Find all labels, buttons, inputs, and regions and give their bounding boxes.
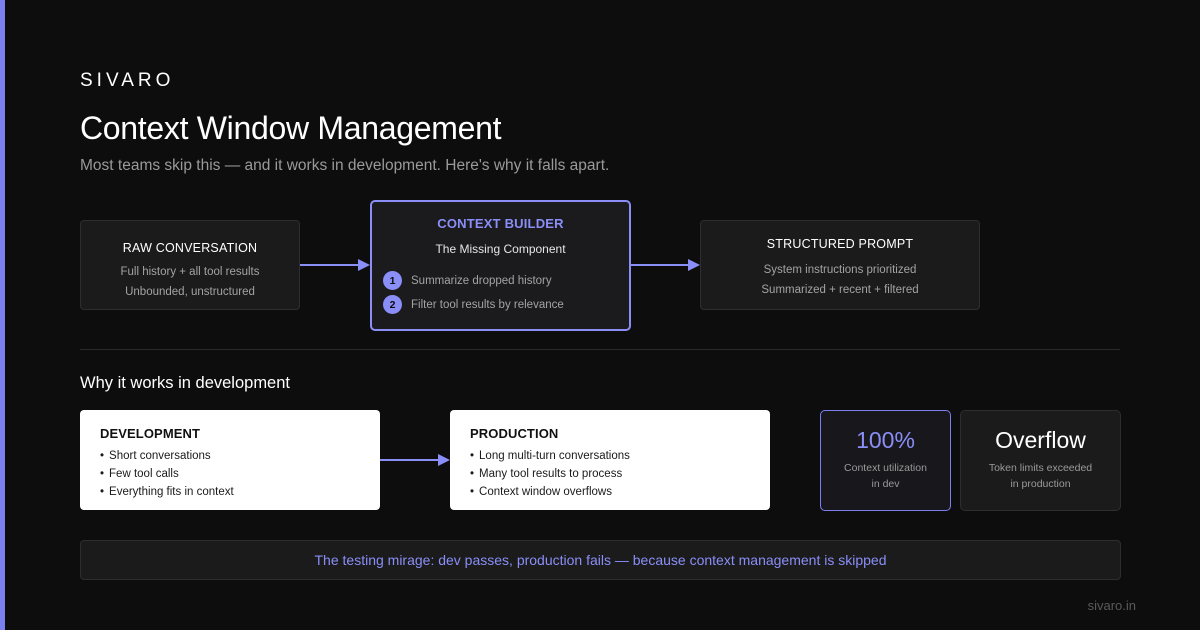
stat-label: in dev bbox=[871, 478, 900, 490]
list-item: Context window overflows bbox=[470, 483, 770, 501]
structured-prompt-line: Summarized + recent + filtered bbox=[761, 284, 919, 296]
structured-prompt-line: System instructions prioritized bbox=[763, 264, 917, 276]
stat-label: Context utilization bbox=[844, 462, 927, 474]
page-title: Context Window Management bbox=[80, 110, 502, 146]
raw-conversation-line: Unbounded, unstructured bbox=[125, 286, 255, 298]
stat-value: 100% bbox=[856, 427, 915, 453]
list-item: Many tool results to process bbox=[470, 465, 770, 483]
step-text: Summarize dropped history bbox=[411, 274, 552, 287]
arrow-raw-to-builder bbox=[300, 259, 370, 271]
section-divider bbox=[80, 349, 1120, 350]
context-builder-title: CONTEXT BUILDER bbox=[437, 216, 564, 231]
slide: SIVARO Context Window Management Most te… bbox=[0, 0, 1200, 630]
section-title: Why it works in development bbox=[80, 374, 290, 392]
page-subtitle: Most teams skip this — and it works in d… bbox=[80, 157, 610, 174]
accent-bar bbox=[0, 0, 5, 630]
development-title: DEVELOPMENT bbox=[100, 426, 201, 441]
development-card: DEVELOPMENT Short conversations Few tool… bbox=[80, 410, 380, 510]
raw-conversation-title: RAW CONVERSATION bbox=[122, 241, 258, 255]
step-number-badge: 2 bbox=[383, 295, 402, 314]
stat-label: Token limits exceeded bbox=[988, 462, 1093, 474]
stat-context-utilization: 100% Context utilization in dev bbox=[820, 410, 951, 511]
context-builder-subtitle: The Missing Component bbox=[435, 242, 566, 256]
production-title: PRODUCTION bbox=[470, 426, 559, 441]
production-list: Long multi-turn conversations Many tool … bbox=[470, 447, 770, 501]
step-text: Filter tool results by relevance bbox=[411, 298, 564, 311]
list-item: Short conversations bbox=[100, 447, 380, 465]
stat-value: Overflow bbox=[995, 427, 1086, 453]
raw-conversation-box: RAW CONVERSATION Full history + all tool… bbox=[80, 220, 300, 310]
structured-prompt-title: STRUCTURED PROMPT bbox=[766, 237, 914, 251]
step-number-badge: 1 bbox=[383, 271, 402, 290]
raw-conversation-line: Full history + all tool results bbox=[120, 266, 260, 278]
testing-mirage-banner: The testing mirage: dev passes, producti… bbox=[80, 540, 1121, 580]
builder-step: 1 Summarize dropped history bbox=[383, 271, 552, 290]
context-builder-box: CONTEXT BUILDER The Missing Component 1 … bbox=[370, 200, 631, 331]
production-card: PRODUCTION Long multi-turn conversations… bbox=[450, 410, 770, 510]
list-item: Long multi-turn conversations bbox=[470, 447, 770, 465]
builder-step: 2 Filter tool results by relevance bbox=[383, 295, 564, 314]
development-list: Short conversations Few tool calls Every… bbox=[100, 447, 380, 501]
list-item: Everything fits in context bbox=[100, 483, 380, 501]
arrow-dev-to-prod bbox=[380, 454, 450, 466]
list-item: Few tool calls bbox=[100, 465, 380, 483]
structured-prompt-box: STRUCTURED PROMPT System instructions pr… bbox=[700, 220, 980, 310]
stat-overflow: Overflow Token limits exceeded in produc… bbox=[960, 410, 1121, 511]
brand-logo: SIVARO bbox=[80, 70, 175, 91]
arrow-builder-to-structured bbox=[630, 259, 700, 271]
stat-label: in production bbox=[1010, 478, 1071, 490]
footer-url: sivaro.in bbox=[1087, 598, 1136, 613]
